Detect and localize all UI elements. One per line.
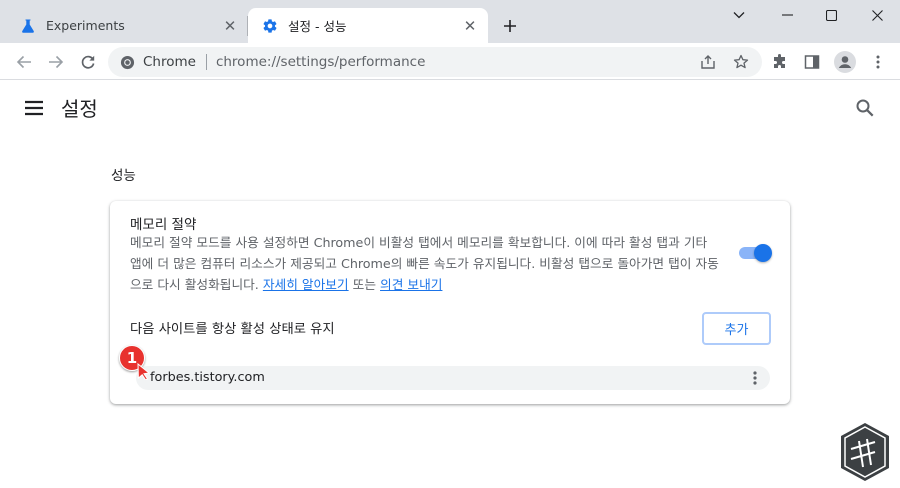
tab-title: Experiments [46, 18, 125, 33]
site-name: forbes.tistory.com [150, 370, 265, 385]
page-title: 설정 [61, 97, 98, 121]
omnibox-divider [205, 54, 207, 70]
side-panel-icon [804, 55, 820, 69]
browser-toolbar: Chrome chrome://settings/performance [0, 43, 900, 80]
learn-more-link[interactable]: 자세히 알아보기 [263, 277, 349, 292]
minimize-icon [781, 14, 793, 16]
tab-experiments[interactable]: Experiments ✕ [6, 8, 248, 43]
arrow-right-icon [49, 55, 64, 69]
address-bar[interactable]: Chrome chrome://settings/performance [108, 47, 762, 77]
menu-icon[interactable] [24, 99, 44, 117]
star-icon [733, 54, 749, 69]
close-icon[interactable]: ✕ [462, 17, 478, 35]
close-icon [871, 9, 883, 21]
puzzle-icon [774, 54, 785, 68]
reload-button[interactable] [76, 50, 100, 74]
chrome-icon [120, 55, 135, 69]
memory-saver-title: 메모리 절약 [130, 217, 197, 233]
omnibox-url: chrome://settings/performance [215, 54, 426, 70]
settings-header: 설정 [0, 81, 900, 135]
annotation-arrow-icon [137, 362, 151, 380]
site-list-item: forbes.tistory.com [136, 366, 770, 390]
tab-settings-performance[interactable]: 설정 - 성능 ✕ [248, 8, 488, 43]
tab-strip: Experiments ✕ 설정 - 성능 ✕ [0, 0, 900, 43]
share-icon [701, 55, 715, 69]
chevron-down-icon [733, 12, 745, 19]
toggle-knob [754, 244, 772, 262]
memory-saver-description: 메모리 절약 모드를 사용 설정하면 Chrome이 비활성 탭에서 메모리를 … [130, 232, 720, 295]
side-panel-button[interactable] [800, 50, 824, 74]
tab-search-button[interactable] [716, 0, 762, 30]
avatar-icon [834, 51, 856, 73]
send-feedback-link[interactable]: 의견 보내기 [380, 277, 442, 292]
flask-icon [22, 19, 34, 33]
minimize-button[interactable] [764, 0, 810, 30]
chrome-menu-button[interactable] [866, 50, 890, 74]
conjunction-text: 또는 [348, 277, 381, 292]
maximize-button[interactable] [808, 0, 854, 30]
forward-button[interactable] [44, 50, 68, 74]
extensions-button[interactable] [768, 50, 792, 74]
tab-title: 설정 - 성능 [288, 19, 347, 34]
memory-saver-toggle[interactable] [737, 244, 772, 262]
section-title: 성능 [111, 168, 136, 184]
share-button[interactable] [696, 50, 720, 74]
gear-icon [263, 18, 277, 33]
arrow-left-icon [16, 55, 31, 69]
plus-icon [504, 20, 516, 32]
new-tab-button[interactable] [499, 15, 521, 37]
add-site-button[interactable]: 추가 [702, 312, 771, 345]
omnibox-chip: Chrome [143, 54, 196, 70]
close-icon[interactable]: ✕ [222, 17, 238, 35]
performance-card: 메모리 절약 메모리 절약 모드를 사용 설정하면 Chrome이 비활성 탭에… [110, 201, 790, 404]
more-vert-icon [876, 55, 880, 69]
keep-active-label: 다음 사이트를 항상 활성 상태로 유지 [130, 322, 335, 337]
bookmark-button[interactable] [729, 50, 753, 74]
profile-button[interactable] [833, 50, 857, 74]
hashtag-logo-icon [841, 423, 889, 481]
search-icon[interactable] [855, 98, 875, 118]
maximize-icon [825, 9, 837, 21]
window-close-button[interactable] [854, 0, 900, 30]
reload-icon [81, 55, 95, 69]
back-button[interactable] [12, 50, 36, 74]
more-vert-icon[interactable] [746, 369, 764, 387]
